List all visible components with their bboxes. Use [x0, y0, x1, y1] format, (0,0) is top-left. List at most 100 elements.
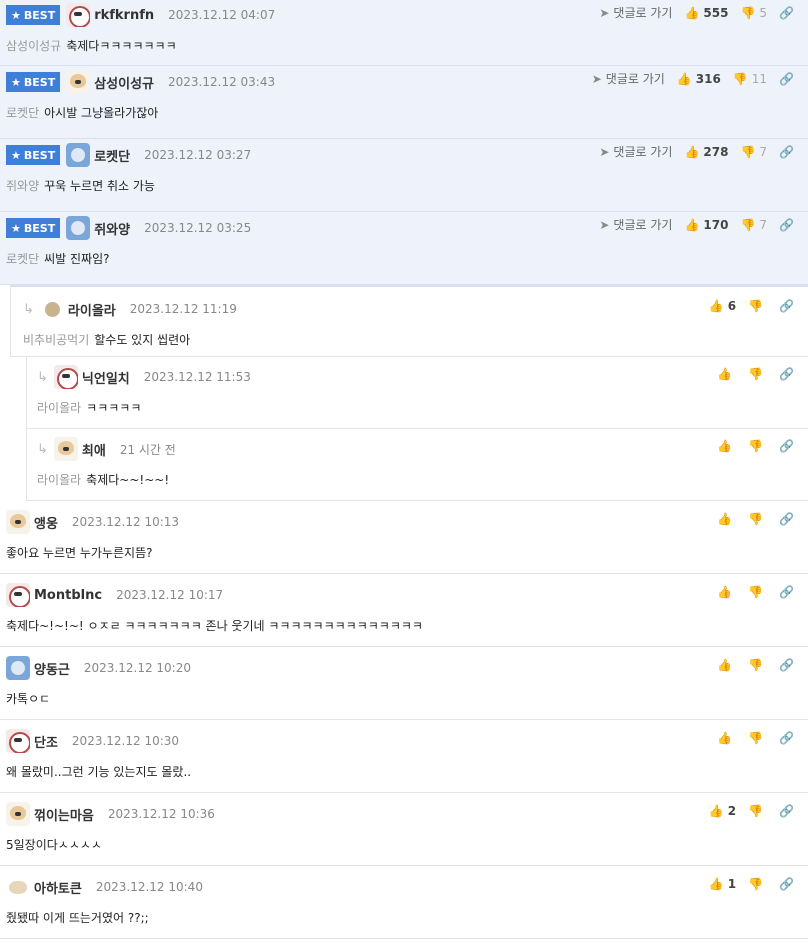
reply-target[interactable]: 쥐와양	[6, 179, 39, 193]
reply-target[interactable]: 로켓단	[6, 252, 39, 266]
link-button[interactable]: 🔗	[779, 877, 798, 891]
avatar[interactable]	[6, 802, 30, 826]
comment-list: ★ BEST rkfkrnfn 2023.12.12 04:07 ➤ 댓글로 가기 …	[0, 0, 808, 939]
author-nick[interactable]: 쥐와양	[94, 219, 130, 238]
avatar[interactable]	[53, 437, 78, 461]
send-icon: ➤	[599, 5, 610, 20]
reply-arrow-icon: ↳	[37, 441, 48, 457]
avatar[interactable]	[6, 729, 30, 753]
goto-comment-link[interactable]: ➤ 댓글로 가기	[599, 216, 672, 233]
author-nick[interactable]: 양동근	[34, 659, 70, 678]
downvote-button[interactable]: 👎	[748, 731, 767, 745]
downvote-button[interactable]: 👎	[748, 804, 767, 818]
reply-target[interactable]: 라이올라	[37, 473, 81, 487]
thumbs-up-icon: 👍	[676, 71, 692, 86]
downvote-button[interactable]: 👎 7	[740, 218, 767, 232]
upvote-button[interactable]: 👍	[717, 512, 736, 526]
link-button[interactable]: 🔗	[779, 658, 798, 672]
avatar[interactable]	[66, 3, 91, 27]
link-button[interactable]: 🔗	[779, 804, 798, 818]
avatar[interactable]	[40, 297, 64, 321]
comment-date: 2023.12.12 10:36	[107, 807, 215, 821]
author-nick[interactable]: 닉언일치	[82, 368, 130, 387]
avatar[interactable]	[6, 583, 30, 607]
link-icon: 🔗	[779, 585, 794, 599]
downvote-button[interactable]: 👎	[748, 367, 767, 381]
reply-target[interactable]: 로켓단	[6, 106, 39, 120]
goto-comment-link[interactable]: ➤ 댓글로 가기	[599, 143, 672, 160]
avatar[interactable]	[53, 365, 78, 389]
thumbs-down-icon: 👎	[732, 71, 748, 86]
reply-arrow-icon: ↳	[37, 369, 48, 385]
downvote-button[interactable]: 👎	[748, 439, 767, 453]
link-button[interactable]: 🔗	[779, 72, 798, 86]
thumbs-down-icon: 👎	[748, 731, 764, 745]
upvote-button[interactable]: 👍 278	[684, 145, 728, 159]
author-nick[interactable]: Montblnc	[34, 588, 102, 603]
nested-reply-comment: ↳ 최애 21 시간 전 👍 👎 🔗 라이올라 축제다~~!~~!	[26, 429, 808, 501]
thumbs-up-icon: 👍	[684, 217, 700, 232]
link-button[interactable]: 🔗	[779, 145, 798, 159]
downvote-button[interactable]: 👎	[748, 585, 767, 599]
reply-target[interactable]: 비추비공먹기	[23, 333, 89, 347]
author-nick[interactable]: 삼성이성규	[94, 73, 154, 92]
author-nick[interactable]: 라이올라	[68, 300, 116, 319]
downvote-button[interactable]: 👎 11	[733, 72, 767, 86]
goto-comment-link[interactable]: ➤ 댓글로 가기	[592, 70, 665, 87]
downvote-button[interactable]: 👎	[748, 877, 767, 891]
thumbs-down-icon: 👎	[740, 144, 756, 159]
upvote-button[interactable]: 👍	[717, 439, 736, 453]
downvote-button[interactable]: 👎 5	[740, 6, 767, 20]
link-button[interactable]: 🔗	[779, 731, 798, 745]
thumbs-up-icon: 👍	[717, 367, 733, 381]
author-nick[interactable]: 앵웅	[34, 513, 58, 532]
link-button[interactable]: 🔗	[779, 299, 798, 313]
comment-date: 2023.12.12 10:20	[83, 661, 191, 675]
best-badge: ★ BEST	[6, 72, 61, 92]
comment-date: 21 시간 전	[119, 442, 176, 457]
upvote-button[interactable]: 👍	[717, 367, 736, 381]
author-nick[interactable]: 단조	[34, 732, 58, 751]
downvote-button[interactable]: 👎	[748, 512, 767, 526]
upvote-button[interactable]: 👍 170	[684, 218, 728, 232]
upvote-button[interactable]: 👍 316	[677, 72, 721, 86]
downvote-button[interactable]: 👎	[748, 299, 767, 313]
avatar[interactable]	[66, 70, 91, 94]
link-button[interactable]: 🔗	[779, 439, 798, 453]
upvote-button[interactable]: 👍	[717, 585, 736, 599]
avatar[interactable]	[6, 656, 30, 680]
author-nick[interactable]: 꺾이는마음	[34, 805, 94, 824]
nested-reply-comment: ↳ 닉언일치 2023.12.12 11:53 👍 👎 🔗 라이올라 ㅋㅋㅋㅋㅋ	[26, 357, 808, 429]
author-nick[interactable]: rkfkrnfn	[94, 8, 154, 23]
upvote-button[interactable]: 👍	[717, 658, 736, 672]
comment: 양동근 2023.12.12 10:20 👍 👎 🔗 카톡ㅇㄷ	[0, 647, 808, 720]
link-button[interactable]: 🔗	[779, 512, 798, 526]
author-nick[interactable]: 로켓단	[94, 146, 130, 165]
comment-date: 2023.12.12 11:19	[129, 302, 237, 316]
author-nick[interactable]: 아하토큰	[34, 878, 82, 897]
avatar[interactable]	[6, 510, 30, 534]
avatar[interactable]	[66, 143, 91, 167]
link-icon: 🔗	[779, 877, 794, 891]
reply-target[interactable]: 라이올라	[37, 401, 81, 415]
thumbs-down-icon: 👎	[748, 512, 764, 526]
upvote-button[interactable]: 👍 6	[709, 299, 736, 313]
link-button[interactable]: 🔗	[779, 6, 798, 20]
best-comment: ★ BEST 로켓단 2023.12.12 03:27 ➤ 댓글로 가기 👍 278 …	[0, 139, 808, 212]
upvote-button[interactable]: 👍	[717, 731, 736, 745]
goto-comment-link[interactable]: ➤ 댓글로 가기	[599, 4, 672, 21]
link-icon: 🔗	[779, 804, 794, 818]
downvote-button[interactable]: 👎 7	[740, 145, 767, 159]
link-button[interactable]: 🔗	[779, 367, 798, 381]
thumbs-up-icon: 👍	[684, 144, 700, 159]
author-nick[interactable]: 최애	[82, 440, 106, 459]
downvote-button[interactable]: 👎	[748, 658, 767, 672]
link-button[interactable]: 🔗	[779, 218, 798, 232]
upvote-button[interactable]: 👍 2	[709, 804, 736, 818]
reply-target[interactable]: 삼성이성규	[6, 39, 61, 53]
avatar[interactable]	[6, 875, 30, 899]
avatar[interactable]	[66, 216, 91, 240]
upvote-button[interactable]: 👍 1	[709, 877, 736, 891]
link-button[interactable]: 🔗	[779, 585, 798, 599]
upvote-button[interactable]: 👍 555	[684, 6, 728, 20]
